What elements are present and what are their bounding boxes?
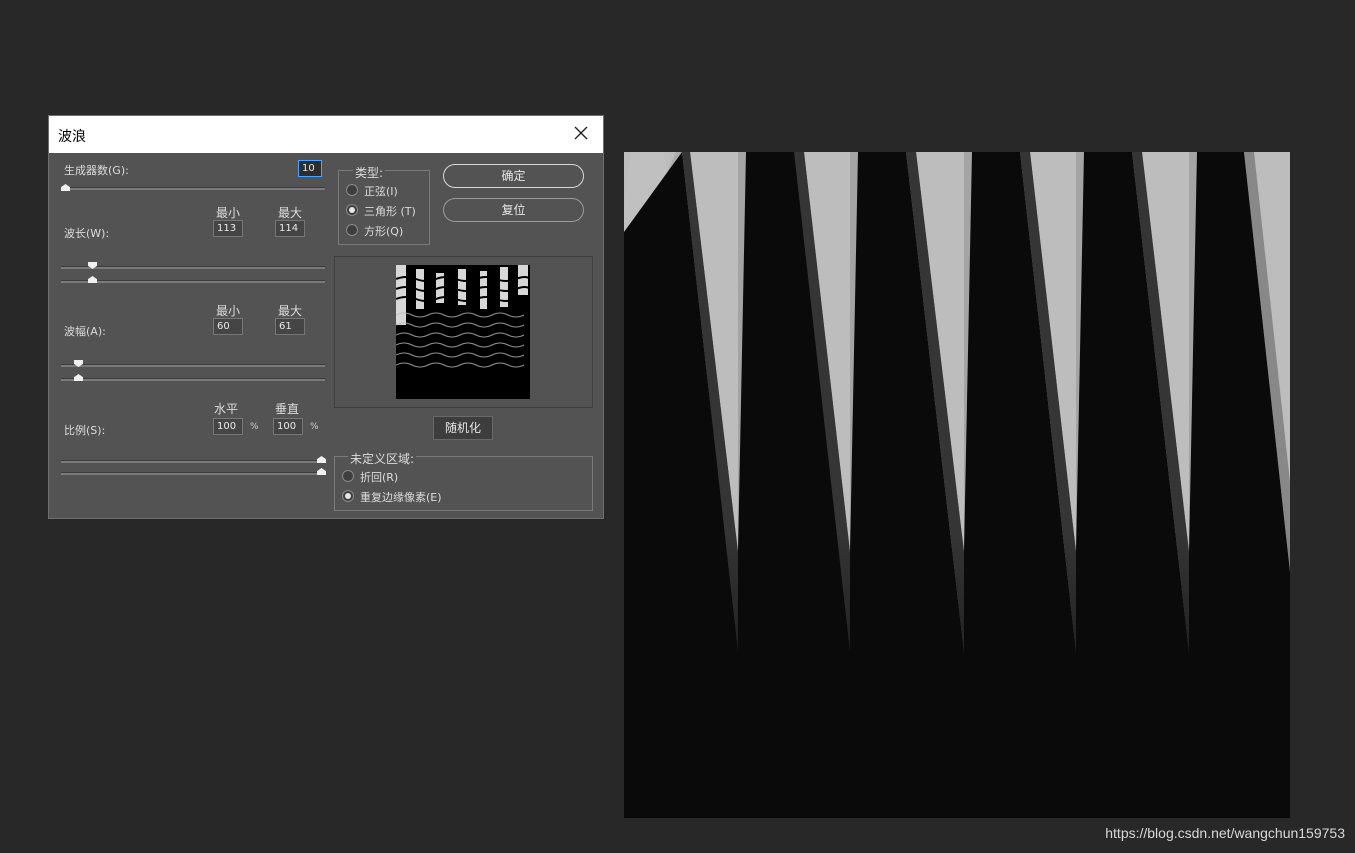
repeat-edge-pixels-label[interactable]: 重复边缘像素(E)	[360, 489, 442, 505]
amplitude-min-header: 最小	[216, 304, 241, 318]
wavelength-min-input[interactable]: 113	[213, 220, 243, 237]
scale-vertical-slider-handle[interactable]	[317, 468, 326, 475]
type-triangle-radio[interactable]	[346, 204, 358, 216]
amplitude-label: 波幅(A):	[64, 325, 106, 338]
randomize-button[interactable]: 随机化	[433, 416, 493, 440]
close-icon[interactable]	[573, 125, 589, 141]
ok-button[interactable]: 确定	[443, 164, 584, 188]
generators-label: 生成器数(G):	[64, 164, 129, 177]
scale-vertical-slider-track[interactable]	[61, 472, 325, 475]
scale-vertical-input[interactable]: 100	[273, 418, 303, 435]
wavelength-label: 波长(W):	[64, 227, 110, 240]
dialog-title: 波浪	[58, 129, 86, 145]
document-canvas[interactable]	[624, 152, 1290, 818]
amplitude-max-header: 最大	[278, 304, 303, 318]
preview-panel	[334, 256, 593, 408]
preview-image[interactable]	[396, 265, 530, 399]
wavelength-max-slider-handle[interactable]	[88, 276, 97, 283]
type-group-title: 类型:	[353, 164, 386, 181]
generators-slider-handle[interactable]	[61, 184, 70, 191]
wrap-around-label[interactable]: 折回(R)	[360, 469, 398, 485]
scale-label: 比例(S):	[64, 424, 106, 437]
scale-horizontal-slider-handle[interactable]	[317, 456, 326, 463]
scale-horizontal-input[interactable]: 100	[213, 418, 243, 435]
type-sine-radio[interactable]	[346, 184, 358, 196]
wavelength-min-header: 最小	[216, 206, 241, 220]
type-square-label[interactable]: 方形(Q)	[364, 223, 403, 239]
amplitude-min-slider-track[interactable]	[61, 364, 325, 367]
wrap-around-radio[interactable]	[342, 470, 354, 482]
wavelength-max-header: 最大	[278, 206, 303, 220]
amplitude-max-slider-track[interactable]	[61, 378, 325, 381]
wave-filter-dialog: 波浪 生成器数(G): 10 最小 最大 波长(W): 113 114 最小 最…	[48, 115, 604, 519]
scale-horizontal-header: 水平	[214, 402, 239, 416]
scale-vertical-header: 垂直	[275, 402, 300, 416]
wavelength-max-input[interactable]: 114	[275, 220, 305, 237]
type-sine-label[interactable]: 正弦(I)	[364, 183, 398, 199]
scale-horizontal-slider-track[interactable]	[61, 460, 325, 463]
wavelength-max-slider-track[interactable]	[61, 280, 325, 283]
dialog-titlebar: 波浪	[49, 116, 603, 153]
reset-button[interactable]: 复位	[443, 198, 584, 222]
repeat-edge-pixels-radio[interactable]	[342, 490, 354, 502]
amplitude-min-input[interactable]: 60	[213, 318, 243, 335]
undefined-areas-title: 未定义区域:	[348, 450, 417, 467]
generators-input[interactable]: 10	[298, 160, 322, 177]
watermark-text: https://blog.csdn.net/wangchun159753	[1105, 825, 1345, 841]
amplitude-max-input[interactable]: 61	[275, 318, 305, 335]
type-triangle-label[interactable]: 三角形 (T)	[364, 203, 416, 219]
amplitude-max-slider-handle[interactable]	[74, 374, 83, 381]
type-square-radio[interactable]	[346, 224, 358, 236]
generators-slider-track[interactable]	[61, 187, 325, 190]
scale-vertical-unit: %	[310, 422, 319, 432]
wavelength-min-slider-track[interactable]	[61, 266, 325, 269]
scale-horizontal-unit: %	[250, 422, 259, 432]
wave-effect-image	[624, 152, 1290, 818]
